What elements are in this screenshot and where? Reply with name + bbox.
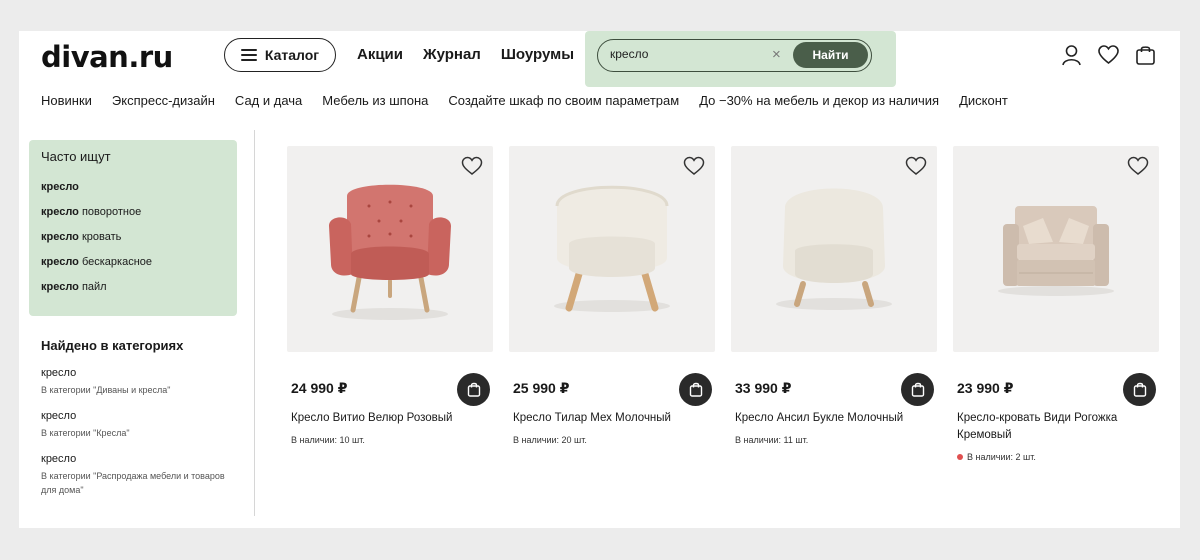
search-button[interactable]: Найти (793, 42, 868, 68)
nav-sale[interactable]: До −30% на мебель и декор из наличия (699, 93, 939, 108)
found-category-item[interactable]: кресло В категории "Кресла" (41, 410, 231, 440)
bag-icon[interactable] (1135, 44, 1156, 66)
top-links: Акции Журнал Шоурумы (357, 46, 574, 63)
stock-status: В наличии: 10 шт. (291, 435, 365, 445)
product-card[interactable]: 23 990 ₽ Кресло-кровать Види Рогожка Кре… (953, 146, 1159, 462)
product-image[interactable] (509, 146, 715, 352)
nav-express-design[interactable]: Экспресс-дизайн (112, 93, 215, 108)
header-icons (1061, 44, 1156, 66)
clear-icon[interactable]: × (772, 46, 781, 63)
nav-veneer[interactable]: Мебель из шпона (322, 93, 428, 108)
bag-icon (689, 382, 702, 397)
nav-garden[interactable]: Сад и дача (235, 93, 302, 108)
product-title[interactable]: Кресло Ансил Букле Молочный (735, 410, 935, 427)
found-in-categories: Найдено в категориях кресло В категории … (41, 338, 231, 510)
bag-icon (911, 382, 924, 397)
nav-discount[interactable]: Дисконт (959, 93, 1008, 108)
link-journal[interactable]: Журнал (423, 46, 481, 63)
search-input[interactable] (610, 47, 760, 61)
often-searched-panel: Часто ищут кресло кресло поворотное крес… (29, 140, 237, 316)
favorite-icon[interactable] (461, 156, 483, 176)
nav-new[interactable]: Новинки (41, 93, 92, 108)
search-box: × Найти (597, 39, 872, 72)
catalog-label: Каталог (264, 47, 320, 63)
favorite-icon[interactable] (683, 156, 705, 176)
stock-status: В наличии: 2 шт. (957, 452, 1036, 462)
search-area: × Найти (585, 31, 896, 87)
product-image[interactable] (287, 146, 493, 352)
page: divan.ru Каталог Акции Журнал Шоурумы × … (19, 31, 1180, 528)
product-card[interactable]: 33 990 ₽ Кресло Ансил Букле Молочный В н… (731, 146, 937, 445)
link-showrooms[interactable]: Шоурумы (501, 46, 574, 63)
heart-icon[interactable] (1098, 44, 1119, 66)
often-searched-item[interactable]: кресло поворотное (41, 206, 225, 231)
category-nav: Новинки Экспресс-дизайн Сад и дача Мебел… (41, 93, 1008, 108)
often-searched-title: Часто ищут (41, 149, 111, 164)
sidebar-divider (254, 130, 255, 516)
often-searched-item[interactable]: кресло (41, 181, 225, 206)
stock-status: В наличии: 11 шт. (735, 435, 809, 445)
nav-wardrobe[interactable]: Создайте шкаф по своим параметрам (448, 93, 679, 108)
product-price: 25 990 ₽ (513, 380, 570, 396)
add-to-cart-button[interactable] (1123, 373, 1156, 406)
product-price: 24 990 ₽ (291, 380, 348, 396)
low-stock-indicator (957, 454, 963, 460)
product-card[interactable]: 25 990 ₽ Кресло Тилар Мех Молочный В нал… (509, 146, 715, 445)
product-title[interactable]: Кресло-кровать Види Рогожка Кремовый (957, 410, 1157, 444)
add-to-cart-button[interactable] (679, 373, 712, 406)
menu-icon (240, 49, 257, 61)
often-searched-item[interactable]: кресло кровать (41, 231, 225, 256)
user-icon[interactable] (1061, 44, 1082, 66)
bag-icon (1133, 382, 1146, 397)
often-searched-item[interactable]: кресло бескаркасное (41, 256, 225, 281)
product-title[interactable]: Кресло Тилар Мех Молочный (513, 410, 713, 427)
found-title: Найдено в категориях (41, 338, 184, 353)
bag-icon (467, 382, 480, 397)
product-price: 23 990 ₽ (957, 380, 1014, 396)
favorite-icon[interactable] (1127, 156, 1149, 176)
catalog-button[interactable]: Каталог (224, 38, 336, 72)
add-to-cart-button[interactable] (901, 373, 934, 406)
often-searched-item[interactable]: кресло пайл (41, 281, 225, 306)
product-card[interactable]: 24 990 ₽ Кресло Витио Велюр Розовый В на… (287, 146, 493, 445)
product-image[interactable] (953, 146, 1159, 352)
stock-status: В наличии: 20 шт. (513, 435, 587, 445)
product-title[interactable]: Кресло Витио Велюр Розовый (291, 410, 491, 427)
link-promotions[interactable]: Акции (357, 46, 403, 63)
favorite-icon[interactable] (905, 156, 927, 176)
found-category-item[interactable]: кресло В категории "Распродажа мебели и … (41, 453, 231, 497)
found-category-item[interactable]: кресло В категории "Диваны и кресла" (41, 367, 231, 397)
product-price: 33 990 ₽ (735, 380, 792, 396)
add-to-cart-button[interactable] (457, 373, 490, 406)
product-image[interactable] (731, 146, 937, 352)
logo[interactable]: divan.ru (41, 40, 173, 74)
